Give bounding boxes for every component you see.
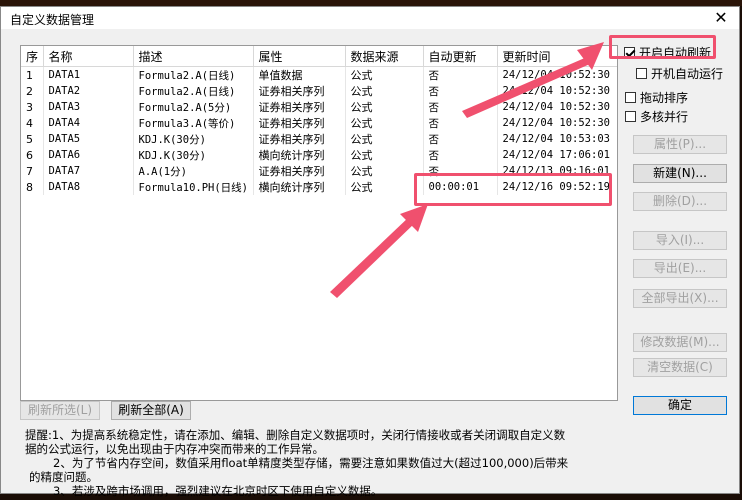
annotation-arrows — [330, 42, 604, 298]
arrow-to-auto-refresh — [462, 57, 590, 118]
arrow-to-row8 — [330, 216, 416, 298]
